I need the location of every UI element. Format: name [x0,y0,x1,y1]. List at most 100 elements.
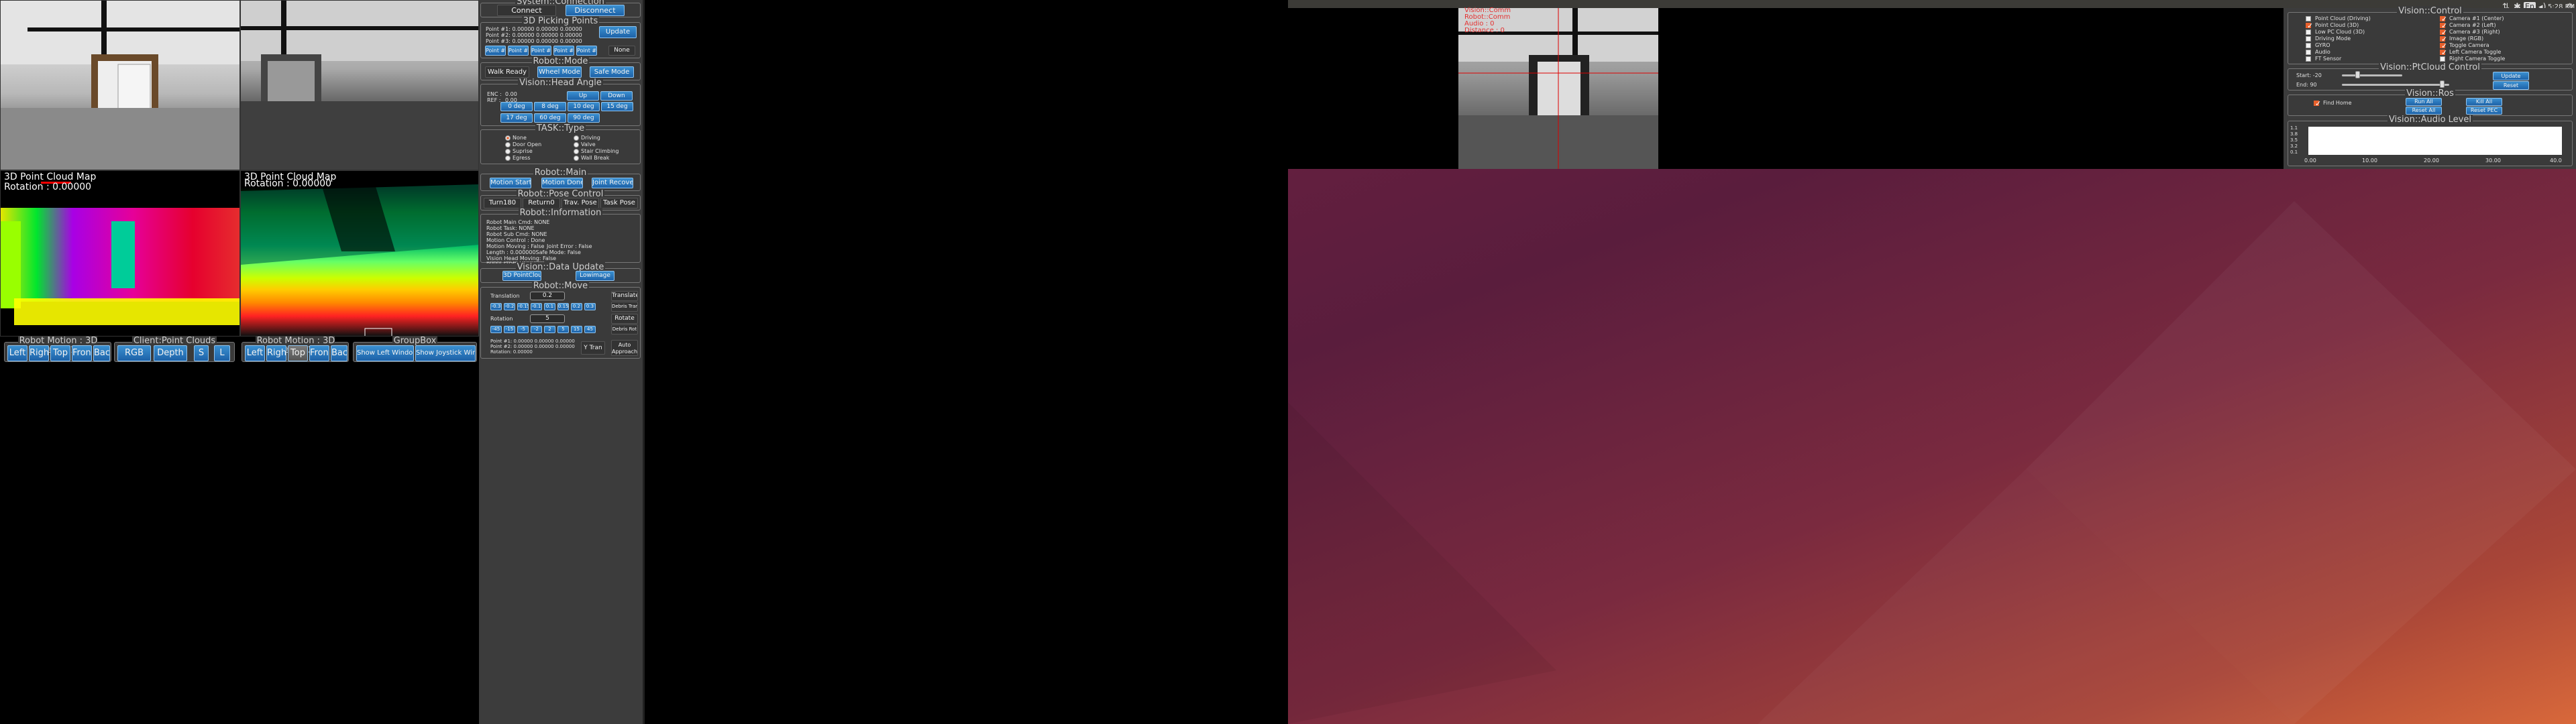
deg-17-button[interactable]: 17 deg [500,113,533,123]
vision-control-right-checkbox-1[interactable] [2440,21,2447,30]
tran-step-p015[interactable]: 0.15 [557,303,569,310]
task-door-radio[interactable] [505,142,511,147]
vision-control-right-checkbox-5[interactable] [2440,48,2447,57]
rot-step-m15[interactable]: -15 [504,326,515,333]
deg-90-button[interactable]: 90 deg [568,113,600,123]
viewer1-top-button[interactable]: Top [50,345,70,361]
run-all-button[interactable]: Run All [2406,98,2442,106]
viewer2-front-button[interactable]: Front [309,345,329,361]
task-pose-button[interactable]: Task Pose [600,198,638,208]
task-wall-radio[interactable] [574,156,579,161]
point-cloud-view-1[interactable]: 3D Point Cloud Map Rotation : 0.00000 [0,170,240,337]
rot-step-p2[interactable]: 2 [544,326,555,333]
point-2-button[interactable]: Point #2 [508,46,529,56]
vision-control-right-checkbox-6[interactable] [2440,56,2445,62]
tran-step-m015[interactable]: -0.15 [517,303,529,310]
viewer2-right-button[interactable]: Right [266,345,286,361]
kill-all-button[interactable]: Kill All [2466,98,2502,106]
rotate-button[interactable]: Rotate [611,314,638,324]
tran-step-p03[interactable]: 0.3 [584,303,596,310]
joint-recovery-button[interactable]: Joint Recovery [592,178,633,188]
trav-pose-button[interactable]: Trav. Pose [561,198,599,208]
vision-control-left-checkbox-2[interactable] [2306,29,2311,35]
vision-control-left-checkbox-0[interactable] [2306,16,2311,21]
start-slider-handle[interactable] [2355,71,2360,78]
vision-control-right-checkbox-0[interactable] [2440,15,2447,23]
point-5-button[interactable]: Point #5 [553,46,574,56]
deg-0-button[interactable]: 0 deg [500,102,533,111]
reset-all-button[interactable]: Reset All [2406,107,2442,115]
task-suprise-radio[interactable] [505,149,511,154]
point-1-button[interactable]: Point #1 [485,46,506,56]
translate-button[interactable]: Translate [611,291,638,301]
motion-start-button[interactable]: Motion Start [490,178,531,188]
l-button[interactable]: L [214,345,230,361]
3d-pointcloud-button[interactable]: 3D PointCloud [502,271,541,281]
find-home-checkbox[interactable] [2314,99,2321,108]
debris-tran-button[interactable]: Debris Tran [611,302,638,312]
walk-ready-button[interactable]: Walk Ready [485,66,529,78]
rgb-button[interactable]: RGB [117,345,151,361]
point-0-button[interactable]: Point #0 [576,46,597,56]
show-left-window-button[interactable]: Show Left Window [356,345,414,361]
wheel-mode-button[interactable]: Wheel Mode [537,66,582,78]
tran-step-m01[interactable]: -0.1 [531,303,542,310]
reset-pec-button[interactable]: Reset PEC [2466,107,2502,115]
point-cloud-view-2[interactable]: 3D Point Cloud Map Rotation : 0.00000 [240,170,479,337]
vision-control-left-checkbox-5[interactable] [2306,50,2311,55]
task-driving-radio[interactable] [574,135,579,141]
task-none-radio[interactable] [505,135,511,141]
viewer2-left-button[interactable]: Left [245,345,265,361]
end-slider[interactable] [2342,84,2449,86]
vision-control-right-checkbox-2[interactable] [2440,28,2447,37]
viewer2-top-button[interactable]: Top [288,345,308,361]
disconnect-button[interactable]: Disconnect [566,5,625,16]
deg-8-button[interactable]: 8 deg [534,102,566,111]
end-slider-handle[interactable] [2440,80,2445,88]
vision-control-left-checkbox-6[interactable] [2306,56,2311,62]
vision-control-left-checkbox-3[interactable] [2306,36,2311,42]
vision-control-right-checkbox-3[interactable] [2440,35,2447,44]
motion-done-button[interactable]: Motion Done [541,178,583,188]
y-tran-button[interactable]: Y Tran [581,341,605,355]
s-button[interactable]: S [194,345,209,361]
debris-rot-button[interactable]: Debris Rot [611,324,638,335]
deg-15-button[interactable]: 15 deg [601,102,633,111]
viewer2-back-button[interactable]: Back [331,345,347,361]
task-valve-radio[interactable] [574,142,579,147]
rot-step-m5[interactable]: -5 [517,326,529,333]
ptcloud-update-button[interactable]: Update [2493,72,2529,80]
none-button[interactable]: None [608,46,635,56]
depth-button[interactable]: Depth [154,345,187,361]
head-down-button[interactable]: Down [600,91,633,101]
vision-control-left-checkbox-4[interactable] [2306,43,2311,48]
head-up-button[interactable]: Up [567,91,599,101]
viewer1-right-button[interactable]: Right [29,345,49,361]
safe-mode-button[interactable]: Safe Mode [590,66,634,78]
viewer1-left-button[interactable]: Left [7,345,28,361]
rotation-input[interactable]: 5 [530,314,565,323]
rot-step-m45[interactable]: -45 [490,326,502,333]
auto-approach-button[interactable]: Auto Approach [611,340,638,356]
picking-update-button[interactable]: Update [599,26,637,38]
tran-step-m03[interactable]: -0.3 [490,303,502,310]
task-egress-radio[interactable] [505,156,511,161]
tran-step-m02[interactable]: -0.2 [504,303,515,310]
tran-step-p01[interactable]: 0.1 [544,303,555,310]
translation-input[interactable]: 0.2 [530,292,565,300]
rot-step-p5[interactable]: 5 [557,326,569,333]
viewer1-back-button[interactable]: Back [93,345,110,361]
return0-button[interactable]: Return0 [523,198,560,208]
rot-step-m2[interactable]: -2 [531,326,542,333]
deg-60-button[interactable]: 60 deg [534,113,566,123]
tran-step-p02[interactable]: 0.2 [571,303,582,310]
viewer1-front-button[interactable]: Front [72,345,92,361]
rot-step-p15[interactable]: 15 [571,326,582,333]
task-stair-radio[interactable] [574,149,579,154]
start-slider[interactable] [2342,74,2402,76]
point-3-button[interactable]: Point #3 [531,46,551,56]
rot-step-p45[interactable]: 45 [584,326,596,333]
turn180-button[interactable]: Turn180 [484,198,521,208]
vision-control-right-checkbox-4[interactable] [2440,42,2447,50]
vision-control-left-checkbox-1[interactable] [2306,21,2313,30]
